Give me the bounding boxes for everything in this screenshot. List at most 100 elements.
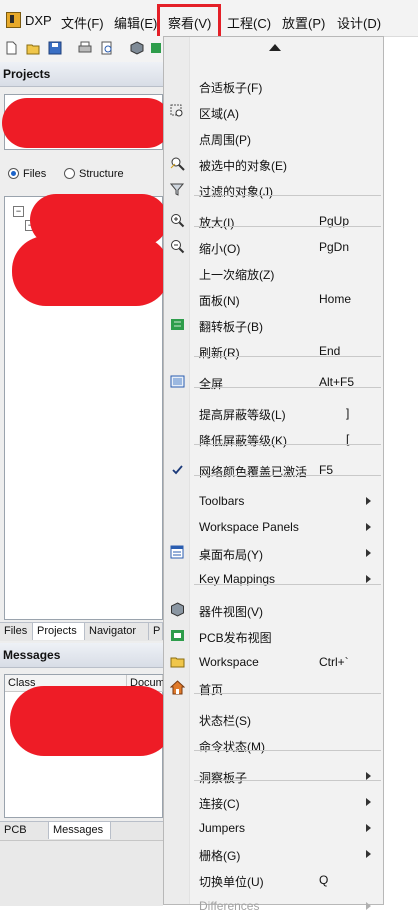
menu-item[interactable]: 刷新(R) End	[164, 339, 383, 363]
dxp-logo-icon	[6, 12, 21, 28]
print-preview-icon[interactable]	[100, 41, 114, 55]
menu-item[interactable]: PCB发布视图	[164, 624, 383, 648]
tab-partial[interactable]: P	[149, 623, 163, 640]
files-radio[interactable]	[8, 168, 19, 179]
structure-radio[interactable]	[64, 168, 75, 179]
submenu-arrow-icon	[366, 549, 371, 557]
menu-item-label: 面板(N)	[199, 294, 240, 308]
menu-item-label: Workspace Panels	[199, 520, 299, 534]
menu-item[interactable]: 降低屏蔽等级(K)[	[164, 427, 383, 451]
menu-item[interactable]: Workspace Ctrl+`	[164, 650, 383, 674]
menu-item-label: 合适板子(F)	[199, 81, 263, 95]
menu-item-label: 洞察板子	[199, 771, 248, 785]
menu-item-label: 上一次缩放(Z)	[199, 268, 275, 282]
new-document-icon[interactable]	[4, 41, 18, 55]
scroll-up-arrow-icon[interactable]	[269, 44, 281, 51]
menu-item[interactable]: 首页	[164, 676, 383, 700]
menu-item-label: 栅格(G)	[199, 849, 241, 863]
menu-item-label: Workspace	[199, 655, 259, 669]
menu-project[interactable]: 工程(C)	[227, 13, 271, 32]
component-view-icon	[171, 602, 184, 617]
menu-edit[interactable]: 编辑(E)	[114, 13, 157, 32]
menu-dxp[interactable]: DXP	[25, 13, 52, 28]
submenu-arrow-icon	[366, 523, 371, 531]
view-menu-highlight	[157, 4, 221, 39]
menu-item[interactable]: 切换单位(U) Q	[164, 868, 383, 892]
menu-item[interactable]: 翻转板子(B)	[164, 313, 383, 337]
open-folder-icon[interactable]	[26, 41, 40, 55]
flip-board-icon	[171, 319, 184, 330]
menu-item[interactable]: 全屏 Alt+F5	[164, 370, 383, 394]
menu-item[interactable]: 网络颜色覆盖已激活 F5	[164, 458, 383, 482]
menu-item[interactable]: 桌面布局(Y)	[164, 541, 383, 565]
tab-navigator[interactable]: Navigator	[85, 623, 149, 640]
menu-design[interactable]: 设计(D)	[337, 13, 381, 32]
menu-item-label: Differences	[199, 899, 260, 913]
menu-item[interactable]: Key Mappings	[164, 567, 383, 591]
menu-item-label: 首页	[199, 683, 224, 697]
menu-item[interactable]: 状态栏(S)	[164, 707, 383, 731]
menu-item-label: PCB发布视图	[199, 631, 272, 645]
zoom-selected-icon	[170, 157, 185, 171]
menu-item-label: 器件视图(V)	[199, 605, 263, 619]
tab-projects[interactable]: Projects	[33, 623, 85, 640]
tree-collapse-icon[interactable]: −	[13, 206, 24, 217]
menu-file[interactable]: 文件(F)	[61, 13, 104, 32]
component-icon[interactable]	[130, 41, 144, 55]
menu-item[interactable]: 过滤的对象(J)	[164, 178, 383, 202]
desktop-layout-icon	[170, 545, 184, 559]
submenu-arrow-icon	[366, 798, 371, 806]
menu-item[interactable]: 区域(A)	[164, 100, 383, 124]
menu-item[interactable]: Workspace Panels	[164, 515, 383, 539]
tab-pcb-list[interactable]: PCB List	[0, 822, 49, 853]
print-icon[interactable]	[78, 41, 92, 55]
menu-item[interactable]: Toolbars	[164, 489, 383, 513]
filter-icon	[170, 183, 185, 196]
menu-item[interactable]: 点周围(P)	[164, 126, 383, 150]
menu-separator	[194, 356, 381, 357]
pcb-icon[interactable]	[151, 41, 161, 55]
save-icon[interactable]	[48, 41, 62, 55]
menu-item: Differences	[164, 894, 383, 918]
menu-separator	[194, 387, 381, 388]
view-dropdown-menu: 合适板子(F) 区域(A) 点周围(P) 被选中的对象(E) 过滤的对象(J) 放大(I)…	[163, 36, 384, 913]
menu-item-label: 桌面布局(Y)	[199, 548, 263, 562]
redaction-mark	[2, 98, 172, 148]
tab-files[interactable]: Files	[0, 623, 33, 640]
submenu-arrow-icon	[366, 850, 371, 858]
menu-item-label: Toolbars	[199, 494, 245, 508]
menu-item[interactable]: 连接(C)	[164, 790, 383, 814]
menu-item-shortcut: Ctrl+`	[319, 655, 349, 669]
menu-item[interactable]: 命令状态(M)	[164, 733, 383, 757]
menu-item[interactable]: 面板(N) Home	[164, 287, 383, 311]
tab-messages[interactable]: Messages	[49, 822, 111, 839]
menu-item[interactable]: 上一次缩放(Z)	[164, 261, 383, 285]
menu-item-label: 区域(A)	[199, 107, 239, 121]
submenu-arrow-icon	[366, 902, 371, 910]
menu-item[interactable]: 提高屏蔽等级(L)]	[164, 401, 383, 425]
menu-separator	[194, 750, 381, 751]
menu-item[interactable]: 栅格(G)	[164, 842, 383, 866]
menu-item[interactable]: 洞察板子	[164, 764, 383, 788]
menu-item[interactable]: 合适板子(F)	[164, 74, 383, 98]
menu-item[interactable]: 器件视图(V)	[164, 598, 383, 622]
menu-separator	[194, 444, 381, 445]
pcb-release-icon	[171, 630, 184, 641]
menu-item[interactable]: 缩小(O) PgDn	[164, 235, 383, 259]
menu-item-shortcut: Q	[319, 873, 329, 887]
menu-item[interactable]: 放大(I) PgUp	[164, 209, 383, 233]
submenu-arrow-icon	[366, 497, 371, 505]
menu-separator	[194, 195, 381, 196]
menu-place[interactable]: 放置(P)	[282, 13, 325, 32]
home-icon	[170, 680, 185, 695]
menu-item[interactable]: 被选中的对象(E)	[164, 152, 383, 176]
menu-item-label: Jumpers	[199, 821, 246, 835]
panel-tabs-top: Files Projects Navigator P	[0, 622, 163, 641]
menu-item-label: 点周围(P)	[199, 133, 251, 147]
menu-item[interactable]: Jumpers	[164, 816, 383, 840]
files-radio-label: Files	[23, 168, 47, 180]
zoom-in-icon	[171, 214, 185, 228]
structure-radio-label: Structure	[79, 168, 124, 180]
menu-item-label: 缩小(O)	[199, 242, 241, 256]
menu-separator	[194, 226, 381, 227]
